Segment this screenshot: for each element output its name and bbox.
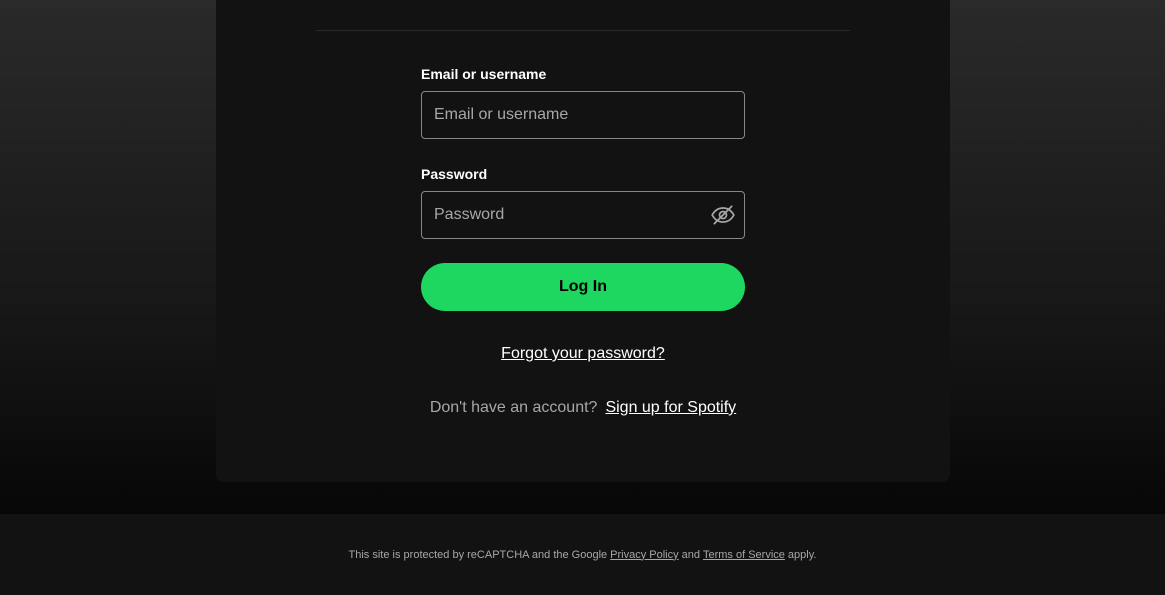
terms-of-service-link[interactable]: Terms of Service bbox=[703, 549, 785, 561]
login-button[interactable]: Log In bbox=[421, 263, 745, 311]
forgot-password-link[interactable]: Forgot your password? bbox=[501, 345, 665, 362]
password-label: Password bbox=[421, 166, 488, 182]
footer-and: and bbox=[681, 548, 700, 561]
login-card: Email or username Password Log In Forgot… bbox=[216, 0, 950, 482]
password-field-wrapper bbox=[421, 191, 745, 239]
email-field-wrapper bbox=[421, 91, 745, 139]
login-form: Email or username Password Log In Forgot… bbox=[421, 65, 745, 419]
email-label: Email or username bbox=[421, 66, 547, 82]
signup-row: Don't have an account? Sign up for Spotif… bbox=[421, 399, 745, 419]
footer-prefix: This site is protected by reCAPTCHA and … bbox=[348, 548, 608, 561]
password-input[interactable] bbox=[421, 191, 745, 239]
privacy-policy-link[interactable]: Privacy Policy bbox=[610, 549, 678, 561]
forgot-password-row: Forgot your password? bbox=[421, 345, 745, 365]
signup-link[interactable]: Sign up for Spotify bbox=[605, 399, 736, 416]
divider bbox=[316, 30, 850, 31]
eye-slash-icon[interactable] bbox=[709, 201, 737, 229]
no-account-text: Don't have an account? bbox=[429, 399, 598, 416]
recaptcha-footer: This site is protected by reCAPTCHA and … bbox=[0, 514, 1165, 595]
email-input[interactable] bbox=[421, 91, 745, 139]
footer-suffix: apply. bbox=[787, 548, 817, 561]
